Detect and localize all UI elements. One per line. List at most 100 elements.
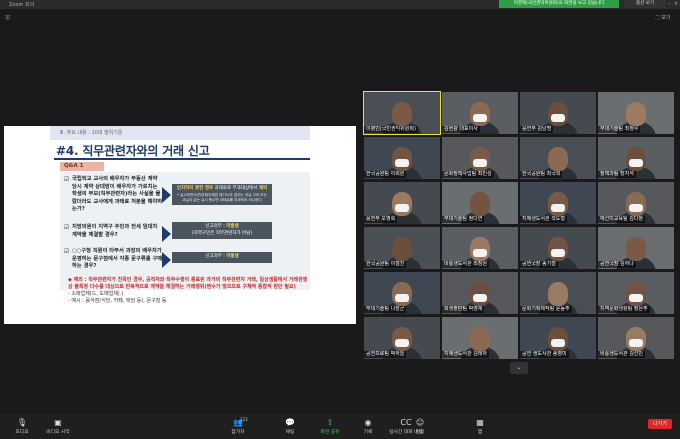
participant-name: 공연국장 김하나 [598,261,636,268]
slide-title: #4. 직무관련자와의 거래 신고 [56,144,210,158]
toolbar-label: 비디오 시작 [46,430,70,435]
participant-tile[interactable]: 공연 생도사관 송영미 [520,317,596,359]
participant-video [470,192,490,216]
participant-name: 공연프로팀 박하늘 [364,351,407,358]
participant-mask [395,159,409,167]
participant-tile[interactable]: 웅연부 김남명 [520,92,596,134]
arrow-right-icon [162,252,171,268]
participant-tile[interactable]: 지역문화생활팀 정은주 [598,272,674,314]
participant-mask [551,249,565,257]
participant-name: 한국공원팀 이희원 [364,171,407,178]
participant-mask [395,294,409,302]
toolbar-chat-button[interactable]: 💬 채팅 [268,417,312,435]
participant-name: 부대기술팀 나장군 [364,306,407,313]
participant-tile[interactable]: 지혜생도서관 곽도형 [520,182,596,224]
participant-count: 123 [240,417,248,422]
participant-tile[interactable]: 한국공원팀 최국희 [520,137,596,179]
answer-subtext: (지역구민은 직무관련자가 아님) [191,230,253,236]
scroll-down-button[interactable]: ⌄ [510,362,528,374]
question-1: ☑ 국립학교 교사의 배우자가 부동산 계약 당시 계약 상대방이 배우자가 가… [64,176,164,220]
participant-name: 무대기술팀 최정우 [598,126,641,133]
participant-name: 한국공원팀 최국희 [520,171,563,178]
participant-tile[interactable]: 예선미교육팀 김다정 [598,182,674,224]
participant-tile[interactable]: 비룡생도서관 최정원 [442,227,518,269]
participant-tile[interactable]: 무대기술팀 최정우 [598,92,674,134]
participant-tile[interactable]: 공연국장 김하나 [598,227,674,269]
close-icon[interactable]: × [674,0,680,8]
participant-mask [551,339,565,347]
participant-mask [395,204,409,212]
toolbar-video-off-button[interactable]: ▣ 비디오 시작 [36,417,80,435]
participant-tile[interactable]: 김현광 대표이사 [442,92,518,134]
participant-name: 이병민(국민권익위원회) [364,126,418,133]
slide-section-header: Ⅲ. 주요 내용 : 10대 행위기준 [50,126,310,140]
participant-name: 한국공원팀 이철진 [364,261,407,268]
participant-name: 회생출판팀 박영재 [442,306,485,313]
leave-button[interactable]: 나가기 [648,419,672,429]
participant-tile[interactable]: 한국공원팀 이철진 [364,227,440,269]
participant-video [548,282,568,306]
answer-highlight: 인지하지 못한 경우 [176,186,214,191]
toolbar-apps-button[interactable]: ▦ 앱 [458,417,502,435]
participant-name: 문화기획제작팀 윤동주 [520,306,572,313]
window-title: Zoom 회의 [9,2,35,8]
participant-mask [551,114,565,122]
participant-video [548,147,568,171]
slide-title-rule [54,158,310,160]
participant-name: 비룡생도서관 최정원 [442,261,489,268]
participant-name: 비룡생도서관 김선민 [598,351,645,358]
participants-icon: 👥 [233,418,243,427]
answer-subtext: * 실시하면서(반부패규제법 제7조)의 경우는 과실 고의 또는 과실이 없는… [177,192,267,202]
participant-video [392,237,412,261]
participant-tile[interactable]: 부대기술팀 나장군 [364,272,440,314]
checkbox-icon: ☑ [64,224,70,231]
toolbar-reactions-button[interactable]: ☺ 반응 [398,417,442,435]
participant-tile[interactable]: 회생출판팀 박영재 [442,272,518,314]
participant-tile[interactable]: 문화정책사업팀 최민성 [442,137,518,179]
checkbox-icon: ☑ [64,248,70,255]
shared-screen: Ⅲ. 주요 내용 : 10대 행위기준 #4. 직무관련자와의 거래 신고 Q&… [4,126,356,324]
participant-tile[interactable]: 웅연부 오영록 [364,182,440,224]
security-shield-icon[interactable]: ⛨ [5,14,12,22]
participant-tile[interactable]: 지혜생도서관 김태자 [442,317,518,359]
participant-tile[interactable]: 문화기획제작팀 윤동주 [520,272,596,314]
participant-mask [395,339,409,347]
participant-tile[interactable]: 비룡생도서관 김선민 [598,317,674,359]
toolbar-label: 참가자 [231,430,245,435]
view-options-button[interactable]: 옵션 보기 [624,0,666,8]
screen-share-banner: 이영택(국민권익위원회)의 화면을 보고 있습니다 [499,0,619,8]
answer-text: 과태료로 부과대상에서 [213,186,259,191]
question-3: ☑ ○○구청 직원이 타부서 과장의 배우자가 운영하는 문구점에서 각종 문구… [64,248,164,276]
participant-tile[interactable]: 공연프로팀 박하늘 [364,317,440,359]
participant-name: 정책과팀 장지석 [598,171,636,178]
participant-gallery: 이병민(국민권익위원회) 김현광 대표이사 웅연부 김남명 무대기술팀 최정우한국공원… [363,91,676,360]
participant-mask [473,159,487,167]
question-text: ○○구청 직원이 타부서 과장의 배우자가 운영하는 문구점에서 각종 문구류를… [72,248,163,269]
exception-sub-1: - 소매업체(드, 도매업체(.) [68,291,124,297]
video-off-icon: ▣ [54,418,62,427]
participant-tile[interactable]: 공연국장 송기철 [520,227,596,269]
qa-label: Q&A 1 [60,162,104,171]
question-text: 국립학교 교사의 배우자가 부동산 계약 당시 계약 상대방이 배우자가 가르치… [72,176,163,212]
participant-name: 무대기술팀 정다연 [442,216,485,223]
participant-name: 웅연부 김남명 [520,126,554,133]
expand-view-button[interactable]: ⛶ 보기 [656,14,670,21]
toolbar-participants-button[interactable]: 👥 참가자 123 [216,417,260,435]
apps-icon: ▦ [476,418,484,427]
participant-video [626,102,646,126]
participant-mask [473,294,487,302]
participant-tile[interactable]: 이병민(국민권익위원회) [363,91,441,135]
participant-tile[interactable]: 정책과팀 장지석 [598,137,674,179]
toolbar-label: 채팅 [285,430,295,435]
participant-tile[interactable]: 무대기술팀 정다연 [442,182,518,224]
participant-name: 지혜생도서관 김태자 [442,351,489,358]
participant-name: 문화정책사업팀 최민성 [442,171,494,178]
participant-video [392,102,412,126]
participant-tile[interactable]: 한국공원팀 이희원 [364,137,440,179]
participant-name: 지혜생도서관 곽도형 [520,216,567,223]
answer-highlight: 미발생 [226,254,239,259]
chat-icon: 💬 [285,418,295,427]
question-text: 지방의원이 지역구 주민과 전세 임대차 계약을 체결할 경우? [72,224,158,238]
answer-1: 인지하지 못한 경우 과태료로 부과대상에서 제외 * 실시하면서(반부패규제법… [172,184,272,205]
arrow-right-icon [162,226,171,242]
